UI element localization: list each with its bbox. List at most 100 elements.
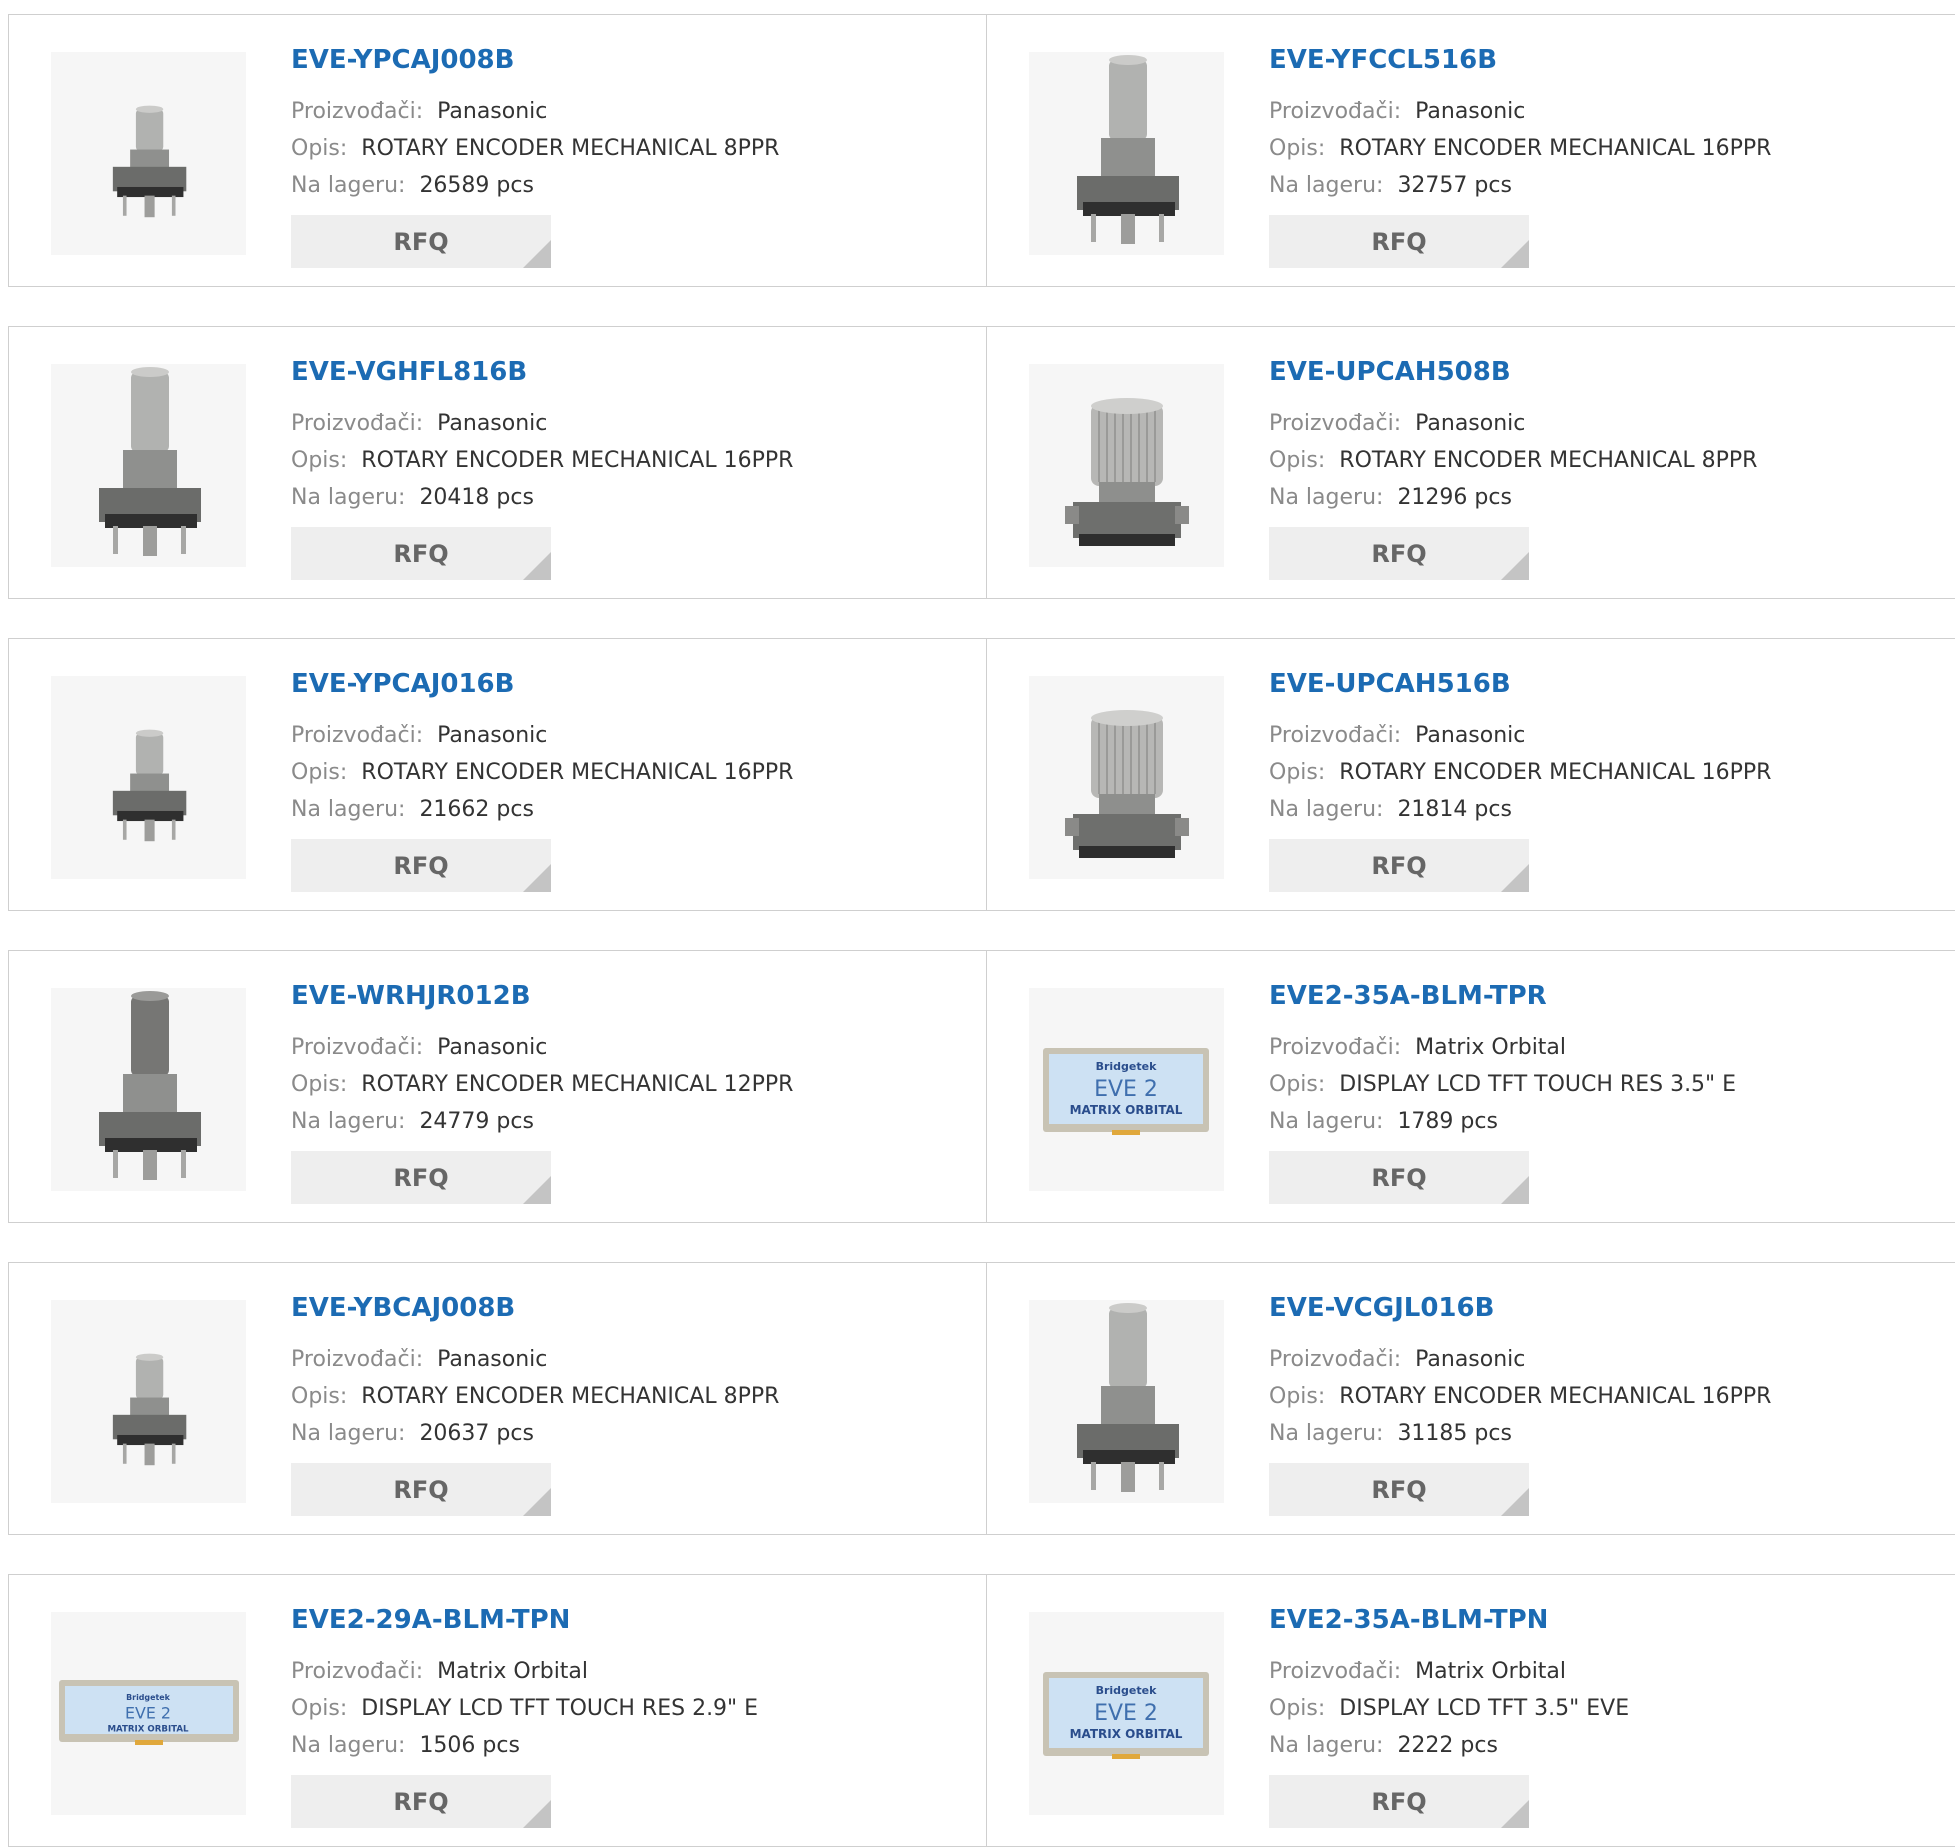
stock-field-value: 20637 pcs bbox=[419, 1421, 534, 1446]
product-title-link[interactable]: EVE2-35A-BLM-TPR bbox=[1269, 981, 1547, 1011]
rfq-button[interactable]: RFQ bbox=[291, 527, 551, 580]
description-field-value: ROTARY ENCODER MECHANICAL 8PPR bbox=[361, 136, 780, 161]
rotary-encoder-short-image[interactable] bbox=[51, 1300, 246, 1503]
rfq-button[interactable]: RFQ bbox=[1269, 527, 1529, 580]
stock-field: Na lageru: 31185 pcs bbox=[1269, 1421, 1512, 1446]
rfq-button[interactable]: RFQ bbox=[1269, 839, 1529, 892]
product-title-link[interactable]: EVE-WRHJR012B bbox=[291, 981, 531, 1011]
rfq-button[interactable]: RFQ bbox=[1269, 1463, 1529, 1516]
stock-field-value: 20418 pcs bbox=[419, 485, 534, 510]
description-field-value: ROTARY ENCODER MECHANICAL 16PPR bbox=[361, 760, 794, 785]
rotary-encoder-tall-image[interactable] bbox=[1029, 52, 1224, 255]
product-title-link[interactable]: EVE-UPCAH508B bbox=[1269, 357, 1511, 387]
stock-field-label: Na lageru: bbox=[291, 797, 406, 822]
rfq-button[interactable]: RFQ bbox=[1269, 1151, 1529, 1204]
description-field: Opis: ROTARY ENCODER MECHANICAL 16PPR bbox=[1269, 1384, 1771, 1409]
product-card: EVE-VGHFL816B Proizvođači: Panasonic Opis: R… bbox=[9, 327, 986, 598]
lcd-display-image[interactable]: Bridgetek EVE 2 MATRIX ORBITAL bbox=[1029, 988, 1224, 1191]
description-field-label: Opis: bbox=[291, 1072, 348, 1097]
manufacturer-field-label: Proizvođači: bbox=[1269, 411, 1402, 436]
description-field: Opis: ROTARY ENCODER MECHANICAL 16PPR bbox=[291, 448, 793, 473]
manufacturer-field-value: Matrix Orbital bbox=[1415, 1035, 1567, 1060]
rfq-button[interactable]: RFQ bbox=[1269, 1775, 1529, 1828]
manufacturer-field-label: Proizvođači: bbox=[291, 1347, 424, 1372]
rfq-button-label: RFQ bbox=[393, 851, 449, 880]
stock-field: Na lageru: 24779 pcs bbox=[291, 1109, 534, 1134]
manufacturer-field-label: Proizvođači: bbox=[291, 1035, 424, 1060]
product-title-link[interactable]: EVE2-35A-BLM-TPN bbox=[1269, 1605, 1548, 1635]
manufacturer-field-value: Panasonic bbox=[1415, 411, 1526, 436]
stock-field-label: Na lageru: bbox=[291, 173, 406, 198]
product-title-link[interactable]: EVE-YPCAJ008B bbox=[291, 45, 514, 75]
rotary-encoder-tall-image[interactable] bbox=[51, 364, 246, 567]
product-title-link[interactable]: EVE-VCGJL016B bbox=[1269, 1293, 1494, 1323]
display-maker-logo: MATRIX ORBITAL bbox=[1070, 1103, 1183, 1117]
product-card: EVE-UPCAH516B Proizvođači: Panasonic Opis: R… bbox=[986, 639, 1955, 910]
product-card: Bridgetek EVE 2 MATRIX ORBITAL EVE2-35A-BLM… bbox=[986, 1575, 1955, 1846]
stock-field-value: 21662 pcs bbox=[419, 797, 534, 822]
rfq-button[interactable]: RFQ bbox=[291, 1775, 551, 1828]
description-field-value: ROTARY ENCODER MECHANICAL 8PPR bbox=[361, 1384, 780, 1409]
description-field: Opis: DISPLAY LCD TFT TOUCH RES 3.5" E bbox=[1269, 1072, 1736, 1097]
manufacturer-field: Proizvođači: Panasonic bbox=[291, 1347, 547, 1372]
rotary-encoder-short-image[interactable] bbox=[51, 676, 246, 879]
corner-triangle-icon bbox=[523, 1176, 551, 1204]
rotary-encoder-tall-image[interactable] bbox=[1029, 1300, 1224, 1503]
manufacturer-field-label: Proizvođači: bbox=[1269, 1347, 1402, 1372]
rfq-button[interactable]: RFQ bbox=[1269, 215, 1529, 268]
manufacturer-field-label: Proizvođači: bbox=[291, 1659, 424, 1684]
rotary-encoder-knurled-icon bbox=[1065, 710, 1189, 858]
stock-field-value: 21814 pcs bbox=[1397, 797, 1512, 822]
rfq-button-label: RFQ bbox=[393, 227, 449, 256]
stock-field-value: 21296 pcs bbox=[1397, 485, 1512, 510]
rotary-encoder-knurled-image[interactable] bbox=[1029, 364, 1224, 567]
description-field-value: ROTARY ENCODER MECHANICAL 16PPR bbox=[361, 448, 794, 473]
description-field-label: Opis: bbox=[291, 448, 348, 473]
description-field: Opis: ROTARY ENCODER MECHANICAL 16PPR bbox=[1269, 760, 1771, 785]
rfq-button-label: RFQ bbox=[393, 1787, 449, 1816]
lcd-display-icon: Bridgetek EVE 2MATRIX ORBITAL bbox=[1043, 1672, 1209, 1759]
product-title-link[interactable]: EVE-YFCCL516B bbox=[1269, 45, 1497, 75]
description-field-label: Opis: bbox=[291, 1384, 348, 1409]
corner-triangle-icon bbox=[1501, 1176, 1529, 1204]
rfq-button-label: RFQ bbox=[1371, 227, 1427, 256]
manufacturer-field: Proizvođači: Matrix Orbital bbox=[1269, 1035, 1566, 1060]
manufacturer-field-value: Panasonic bbox=[1415, 723, 1526, 748]
product-title-link[interactable]: EVE-VGHFL816B bbox=[291, 357, 527, 387]
lcd-display-image[interactable]: Bridgetek EVE 2 MATRIX ORBITAL bbox=[1029, 1612, 1224, 1815]
description-field: Opis: DISPLAY LCD TFT 3.5" EVE bbox=[1269, 1696, 1629, 1721]
rfq-button-label: RFQ bbox=[1371, 851, 1427, 880]
rotary-encoder-dark-image[interactable] bbox=[51, 988, 246, 1191]
rotary-encoder-knurled-image[interactable] bbox=[1029, 676, 1224, 879]
rfq-button[interactable]: RFQ bbox=[291, 1151, 551, 1204]
rfq-button[interactable]: RFQ bbox=[291, 1463, 551, 1516]
lcd-display-wide-image[interactable]: Bridgetek EVE 2 MATRIX ORBITAL bbox=[51, 1612, 246, 1815]
manufacturer-field: Proizvođači: Panasonic bbox=[291, 1035, 547, 1060]
rfq-button-label: RFQ bbox=[1371, 1163, 1427, 1192]
rfq-button[interactable]: RFQ bbox=[291, 839, 551, 892]
description-field: Opis: ROTARY ENCODER MECHANICAL 8PPR bbox=[1269, 448, 1757, 473]
rotary-encoder-short-icon bbox=[112, 1353, 187, 1466]
manufacturer-field-value: Matrix Orbital bbox=[437, 1659, 589, 1684]
product-title-link[interactable]: EVE-YBCAJ008B bbox=[291, 1293, 515, 1323]
stock-field-label: Na lageru: bbox=[1269, 1421, 1384, 1446]
display-maker-logo: MATRIX ORBITAL bbox=[1070, 1727, 1183, 1741]
stock-field-value: 1789 pcs bbox=[1397, 1109, 1498, 1134]
manufacturer-field: Proizvođači: Panasonic bbox=[1269, 99, 1525, 124]
product-card: Bridgetek EVE 2 MATRIX ORBITAL EVE2-35A-BLM… bbox=[986, 951, 1955, 1222]
stock-field: Na lageru: 21662 pcs bbox=[291, 797, 534, 822]
manufacturer-field: Proizvođači: Panasonic bbox=[1269, 1347, 1525, 1372]
product-title-link[interactable]: EVE-YPCAJ016B bbox=[291, 669, 514, 699]
stock-field: Na lageru: 2222 pcs bbox=[1269, 1733, 1498, 1758]
stock-field-label: Na lageru: bbox=[291, 1109, 406, 1134]
rotary-encoder-short-image[interactable] bbox=[51, 52, 246, 255]
rfq-button-label: RFQ bbox=[393, 1163, 449, 1192]
corner-triangle-icon bbox=[523, 240, 551, 268]
description-field-value: ROTARY ENCODER MECHANICAL 16PPR bbox=[1339, 136, 1772, 161]
description-field: Opis: ROTARY ENCODER MECHANICAL 8PPR bbox=[291, 136, 779, 161]
rfq-button[interactable]: RFQ bbox=[291, 215, 551, 268]
corner-triangle-icon bbox=[1501, 552, 1529, 580]
stock-field-label: Na lageru: bbox=[1269, 1733, 1384, 1758]
product-title-link[interactable]: EVE2-29A-BLM-TPN bbox=[291, 1605, 570, 1635]
product-title-link[interactable]: EVE-UPCAH516B bbox=[1269, 669, 1511, 699]
